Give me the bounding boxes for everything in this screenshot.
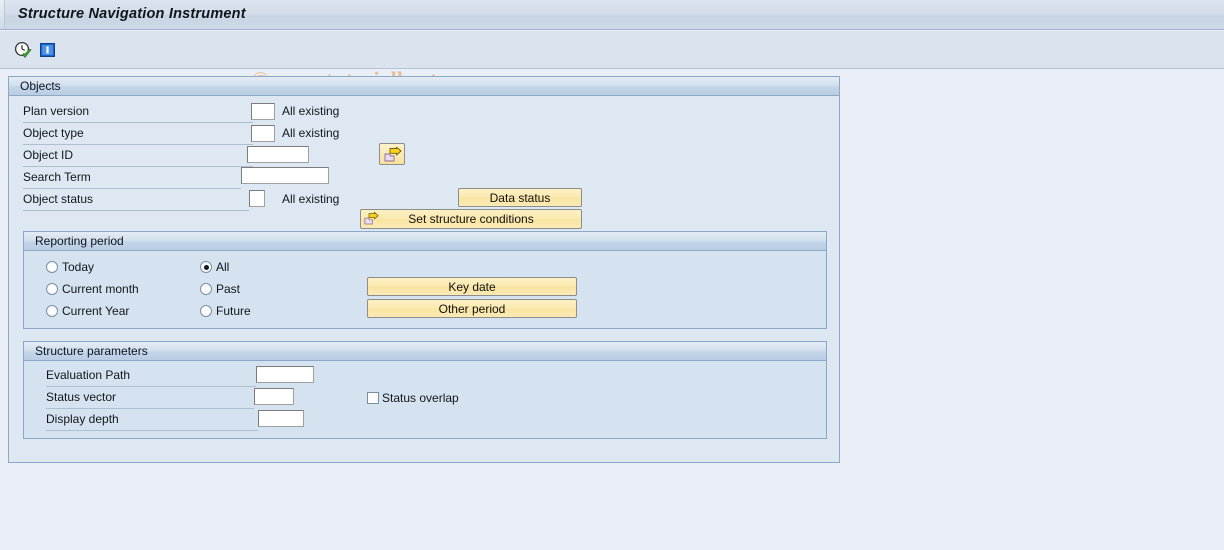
radio-indicator — [200, 305, 212, 317]
page-title: Structure Navigation Instrument — [18, 6, 246, 22]
label-plan-version: Plan version — [23, 104, 90, 118]
display-depth-input[interactable] — [258, 410, 304, 427]
data-status-button[interactable]: Data status — [458, 188, 582, 207]
field-row-object-type: Object type — [23, 124, 253, 145]
field-underline — [23, 144, 253, 145]
radio-current-year-label: Current Year — [62, 304, 130, 318]
key-date-button[interactable]: Key date — [367, 277, 577, 296]
arrow-right-folder-icon — [384, 147, 402, 162]
evaluation-path-input[interactable] — [256, 366, 314, 383]
radio-future-label: Future — [216, 304, 251, 318]
arrow-right-folder-icon — [364, 211, 379, 226]
radio-indicator — [200, 261, 212, 273]
search-term-input[interactable] — [241, 167, 329, 184]
field-underline — [23, 122, 253, 123]
reporting-period-group-header: Reporting period — [24, 232, 826, 251]
radio-today[interactable]: Today — [46, 258, 94, 276]
radio-future[interactable]: Future — [200, 302, 251, 320]
set-structure-conditions-label: Set structure conditions — [408, 212, 534, 226]
field-underline — [23, 166, 253, 167]
label-evaluation-path: Evaluation Path — [46, 368, 131, 382]
object-id-multiple-selection-button[interactable] — [379, 143, 405, 165]
object-status-suffix: All existing — [282, 192, 340, 206]
field-row-display-depth: Display depth — [46, 410, 258, 431]
field-row-plan-version: Plan version — [23, 102, 253, 123]
object-type-suffix: All existing — [282, 126, 340, 140]
radio-past-label: Past — [216, 282, 241, 296]
objects-group-header: Objects — [9, 77, 839, 96]
label-object-type: Object type — [23, 126, 84, 140]
label-object-id: Object ID — [23, 148, 74, 162]
object-id-input[interactable] — [247, 146, 309, 163]
other-period-button[interactable]: Other period — [367, 299, 577, 318]
reporting-period-group-title: Reporting period — [35, 234, 124, 248]
radio-indicator — [46, 261, 58, 273]
reporting-period-group: Reporting period Today Current month Cur… — [23, 231, 827, 329]
field-row-search-term: Search Term — [23, 168, 241, 189]
field-underline — [23, 210, 249, 211]
radio-past[interactable]: Past — [200, 280, 240, 298]
plan-version-suffix: All existing — [282, 104, 340, 118]
objects-group-title: Objects — [20, 79, 61, 93]
field-row-object-id: Object ID — [23, 146, 253, 167]
field-underline — [46, 408, 254, 409]
label-status-vector: Status vector — [46, 390, 117, 404]
object-type-input[interactable] — [251, 125, 275, 142]
objects-panel: Objects Plan version All existing Object… — [8, 76, 840, 463]
field-underline — [46, 430, 258, 431]
status-vector-input[interactable] — [254, 388, 294, 405]
plan-version-input[interactable] — [251, 103, 275, 120]
field-row-status-vector: Status vector — [46, 388, 254, 409]
radio-today-label: Today — [62, 260, 95, 274]
label-display-depth: Display depth — [46, 412, 119, 426]
execute-clock-icon[interactable] — [14, 41, 32, 59]
radio-all-label: All — [216, 260, 230, 274]
radio-indicator — [46, 283, 58, 295]
radio-current-month[interactable]: Current month — [46, 280, 139, 298]
radio-all[interactable]: All — [200, 258, 229, 276]
radio-indicator — [200, 283, 212, 295]
structure-parameters-group: Structure parameters Evaluation Path Sta… — [23, 341, 827, 439]
field-row-evaluation-path: Evaluation Path — [46, 366, 256, 387]
checkbox-indicator — [367, 392, 379, 404]
title-bar-edge — [0, 0, 5, 29]
structure-parameters-group-header: Structure parameters — [24, 342, 826, 361]
label-search-term: Search Term — [23, 170, 91, 184]
field-row-object-status: Object status — [23, 190, 249, 211]
application-toolbar: © www.tutorialkart.com — [0, 31, 1224, 92]
status-overlap-label: Status overlap — [382, 391, 459, 405]
radio-current-year[interactable]: Current Year — [46, 302, 129, 320]
window-title-bar: Structure Navigation Instrument — [0, 0, 1224, 30]
radio-indicator — [46, 305, 58, 317]
field-underline — [23, 188, 241, 189]
set-structure-conditions-button[interactable]: Set structure conditions — [360, 209, 582, 229]
label-object-status: Object status — [23, 192, 94, 206]
information-icon[interactable] — [39, 41, 57, 59]
structure-parameters-group-title: Structure parameters — [35, 344, 148, 358]
object-status-input[interactable] — [249, 190, 265, 207]
status-overlap-checkbox[interactable]: Status overlap — [367, 390, 459, 406]
radio-current-month-label: Current month — [62, 282, 139, 296]
field-underline — [46, 386, 256, 387]
